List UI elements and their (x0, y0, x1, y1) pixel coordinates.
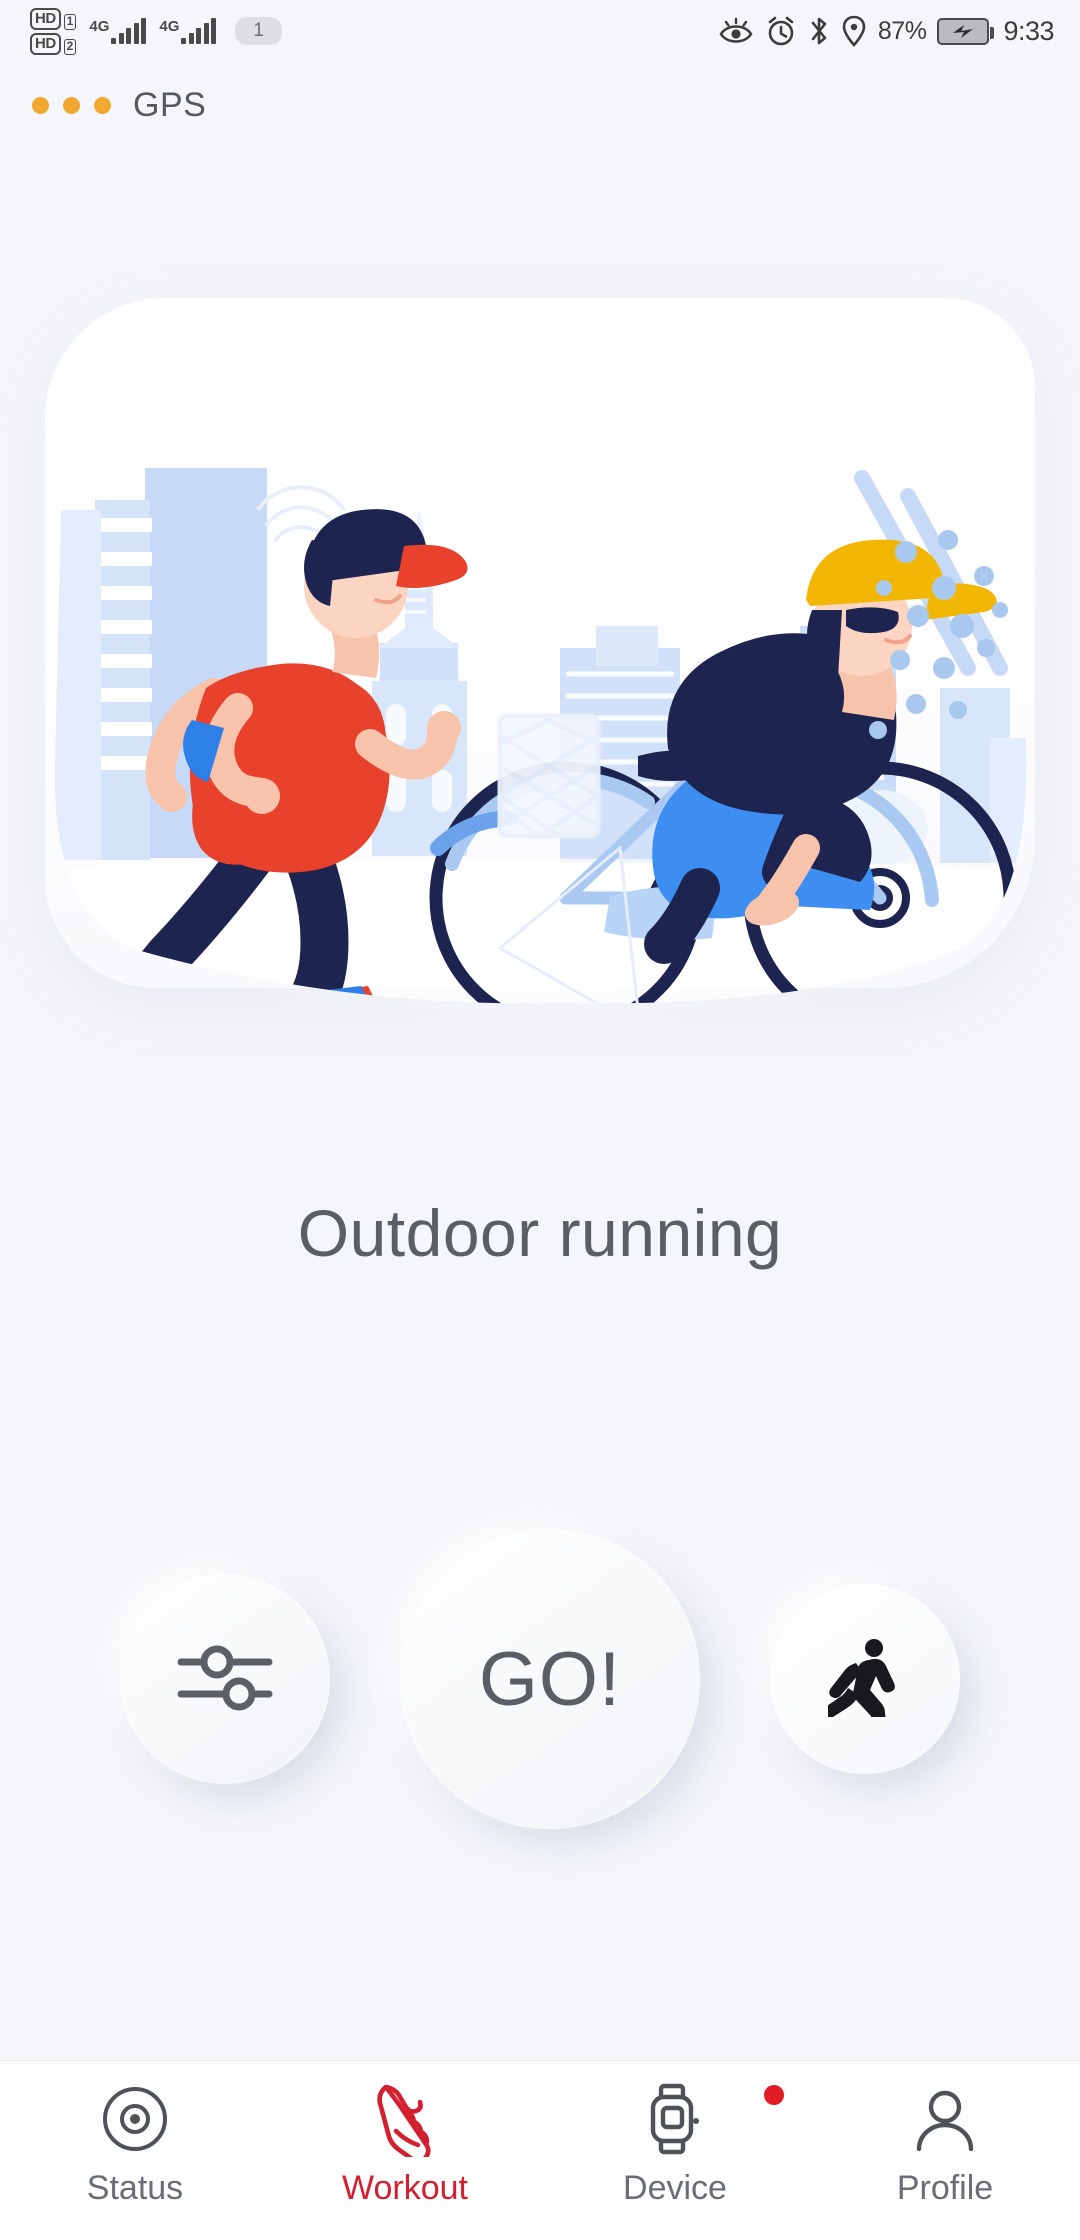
page-title: Outdoor running (297, 1196, 783, 1270)
nav-item-workout[interactable]: Workout (270, 2081, 540, 2208)
hd-badge-1-num: 1 (63, 14, 77, 30)
hd-badge-2-num: 2 (63, 39, 77, 55)
hd-indicator-sim1: HD 1 (30, 7, 77, 30)
nav-item-status[interactable]: Status (0, 2081, 270, 2208)
running-person-icon (823, 1637, 902, 1736)
signal-sim2: 4G (159, 18, 217, 44)
status-bar: HD 1 HD 2 4G 4G 1 87% 9:33 (0, 0, 1080, 62)
nav-item-device[interactable]: Device (540, 2081, 810, 2208)
workout-mode-button[interactable] (770, 1584, 960, 1774)
hd-indicator-sim2: HD 2 (30, 32, 77, 55)
bottom-navigation-bar: Status Workout Device Profile (0, 2060, 1080, 2240)
device-notification-badge (764, 2085, 784, 2105)
workout-settings-button[interactable] (120, 1574, 330, 1784)
nav-label-workout: Workout (342, 2169, 468, 2207)
nav-label-status: Status (86, 2169, 184, 2207)
hd-badge-2-label: HD (30, 32, 61, 55)
gps-signal-dots-icon (32, 96, 111, 114)
nav-label-device: Device (623, 2169, 727, 2207)
smartwatch-icon (641, 2081, 709, 2157)
signal-sim1: 4G (89, 18, 147, 44)
action-buttons-row: GO! (0, 1338, 1080, 2060)
clock-label: 9:33 (1003, 15, 1054, 46)
go-start-button[interactable]: GO! (400, 1529, 700, 1829)
illustration-area (0, 148, 1080, 1128)
phone-screen: HD 1 HD 2 4G 4G 1 87% 9:33 GPS Outdoor r… (0, 0, 1080, 2240)
settings-sliders-icon (173, 1634, 277, 1725)
hd-badge-1-label: HD (30, 7, 61, 30)
gps-status-row: GPS (0, 62, 1080, 148)
status-target-icon (99, 2081, 171, 2157)
running-shoe-icon (366, 2081, 444, 2157)
person-icon (909, 2081, 981, 2157)
signal-bars-1-icon (111, 18, 147, 44)
network-type-1: 4G (89, 18, 110, 35)
eye-comfort-icon (718, 16, 754, 46)
go-button-label: GO! (478, 1636, 622, 1722)
runner-and-cyclist-illustration (54, 468, 1027, 1004)
gps-label: GPS (133, 85, 207, 124)
workout-title-row: Outdoor running (0, 1128, 1080, 1338)
nav-label-profile: Profile (896, 2169, 994, 2207)
nav-item-profile[interactable]: Profile (810, 2081, 1080, 2208)
battery-percent-label: 87% (877, 16, 927, 45)
status-bar-right: 87% 9:33 (718, 15, 1054, 47)
location-icon (841, 15, 867, 47)
network-type-2: 4G (159, 18, 180, 35)
battery-charging-icon (937, 17, 995, 45)
status-bar-left: HD 1 HD 2 4G 4G 1 (30, 7, 282, 55)
alarm-icon (765, 15, 797, 47)
hd-volte-indicators: HD 1 HD 2 (30, 7, 77, 55)
sim-indicator-pill: 1 (235, 16, 282, 46)
signal-bars-2-icon (181, 18, 217, 44)
bluetooth-icon (808, 15, 830, 47)
